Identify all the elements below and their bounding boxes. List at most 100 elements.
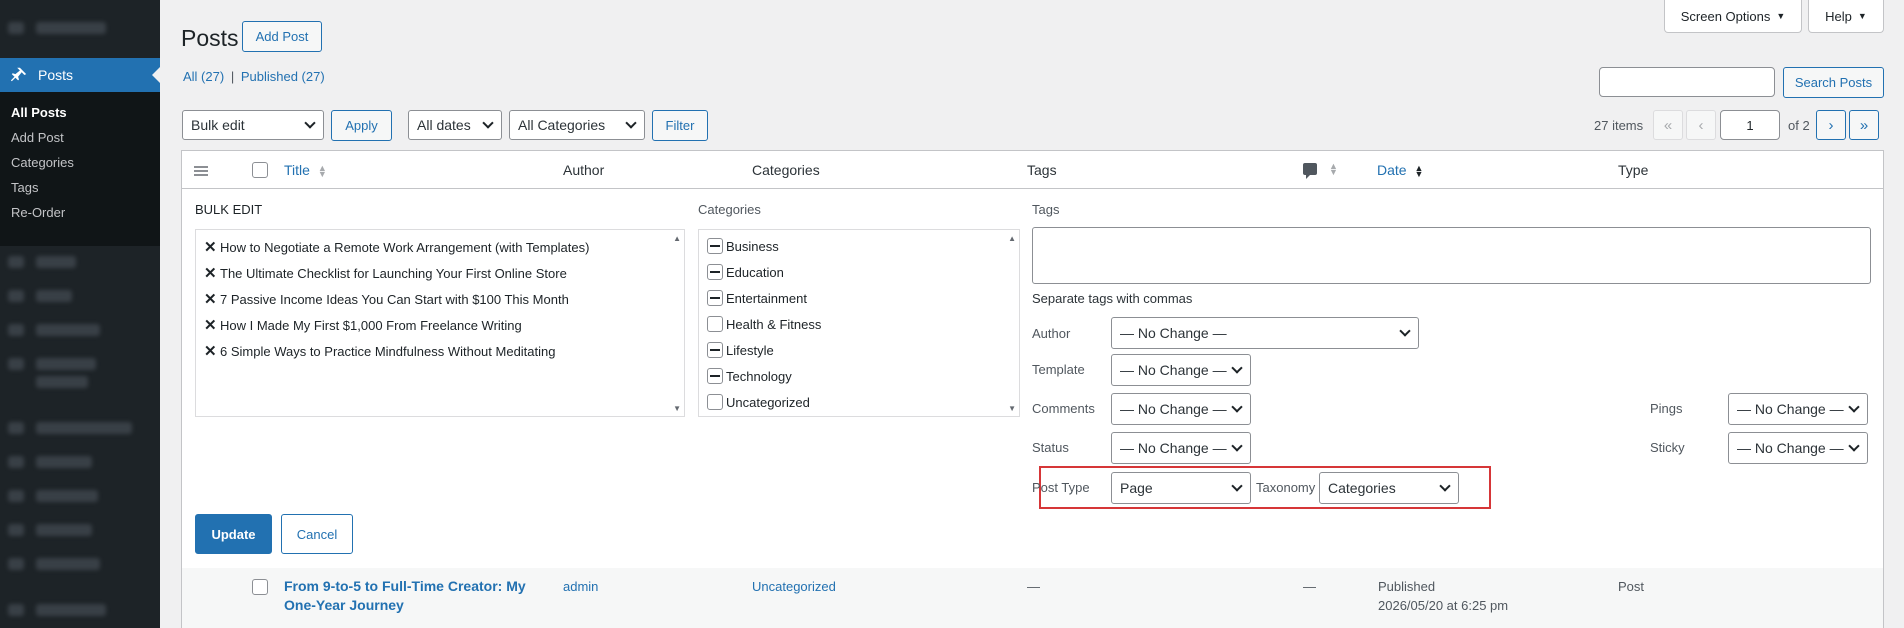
- scroll-down-icon[interactable]: ▼: [673, 404, 681, 413]
- tags-textarea[interactable]: [1032, 227, 1871, 284]
- remove-icon[interactable]: ✕: [204, 238, 217, 256]
- view-published-link[interactable]: Published (27): [241, 69, 325, 84]
- category-checkbox[interactable]: [707, 394, 723, 410]
- filter-button[interactable]: Filter: [652, 110, 708, 141]
- category-item-technology[interactable]: Technology: [707, 368, 792, 384]
- chevron-down-icon: [1848, 440, 1860, 452]
- template-select[interactable]: — No Change —: [1111, 354, 1251, 386]
- list-item-label: The Ultimate Checklist for Launching You…: [220, 265, 567, 281]
- tags-label: Tags: [1032, 202, 1060, 217]
- category-checkbox[interactable]: [707, 342, 723, 358]
- remove-icon[interactable]: ✕: [204, 342, 217, 360]
- first-page-button[interactable]: «: [1653, 110, 1683, 140]
- submenu-reorder[interactable]: Re-Order: [0, 200, 160, 225]
- apply-button[interactable]: Apply: [331, 110, 392, 141]
- category-item-uncategorized[interactable]: Uncategorized: [707, 394, 810, 410]
- menu-icon: [194, 166, 208, 176]
- category-checkbox[interactable]: [707, 368, 723, 384]
- post-type-select[interactable]: Page: [1111, 472, 1251, 504]
- column-type: Type: [1618, 162, 1649, 178]
- select-all-checkbox[interactable]: [252, 162, 268, 178]
- scroll-up-icon[interactable]: ▲: [1008, 234, 1016, 243]
- sidebar-item-marketing[interactable]: [36, 558, 100, 570]
- view-all-link[interactable]: All (27): [183, 69, 224, 84]
- search-input[interactable]: [1599, 67, 1775, 97]
- category-checkbox[interactable]: [707, 290, 723, 306]
- next-page-button[interactable]: ›: [1816, 110, 1846, 140]
- post-author-link[interactable]: admin: [563, 579, 598, 594]
- scroll-up-icon[interactable]: ▲: [673, 234, 681, 243]
- submenu-tags[interactable]: Tags: [0, 175, 160, 200]
- sidebar-item-media[interactable]: [36, 256, 76, 268]
- sidebar-item-woocommerce[interactable]: [36, 422, 132, 434]
- chevron-down-icon: [482, 117, 494, 129]
- help-label: Help: [1825, 8, 1852, 24]
- remove-icon[interactable]: ✕: [204, 290, 217, 308]
- category-checkbox[interactable]: [707, 316, 723, 332]
- post-category-link[interactable]: Uncategorized: [752, 579, 836, 594]
- pings-label: Pings: [1650, 401, 1683, 416]
- template-value: — No Change —: [1120, 362, 1227, 378]
- category-checkbox[interactable]: [707, 264, 723, 280]
- taxonomy-select[interactable]: Categories: [1319, 472, 1459, 504]
- page-title: Posts: [181, 25, 239, 51]
- bulk-action-select[interactable]: Bulk edit: [182, 110, 324, 140]
- taxonomy-label: Taxonomy: [1256, 480, 1316, 495]
- bulk-action-value: Bulk edit: [191, 117, 245, 133]
- chevron-down-icon: [1231, 440, 1243, 452]
- column-date[interactable]: Date ▲ ▼: [1377, 162, 1423, 179]
- sidebar-item-posts[interactable]: Posts: [0, 58, 160, 92]
- category-item-education[interactable]: Education: [707, 264, 784, 280]
- post-title-link[interactable]: From 9-to-5 to Full-Time Creator: My One…: [284, 577, 532, 615]
- add-post-button[interactable]: Add Post: [242, 21, 322, 52]
- items-count: 27 items: [1594, 118, 1644, 133]
- sticky-select[interactable]: — No Change —: [1728, 432, 1868, 464]
- sidebar-item-comments[interactable]: [36, 324, 100, 336]
- submenu-all-posts[interactable]: All Posts: [0, 100, 160, 125]
- status-select[interactable]: — No Change —: [1111, 432, 1251, 464]
- sidebar-item-appearance[interactable]: [36, 604, 106, 616]
- comments-select[interactable]: — No Change —: [1111, 393, 1251, 425]
- author-select[interactable]: — No Change —: [1111, 317, 1419, 349]
- list-item-label: How I Made My First $1,000 From Freelanc…: [220, 317, 522, 333]
- category-label: Business: [726, 238, 779, 254]
- last-page-button[interactable]: »: [1849, 110, 1879, 140]
- sidebar-item-dashboard[interactable]: [36, 22, 106, 34]
- submenu-categories[interactable]: Categories: [0, 150, 160, 175]
- category-item-entertainment[interactable]: Entertainment: [707, 290, 807, 306]
- cancel-button[interactable]: Cancel: [281, 514, 353, 554]
- sidebar-item-plugin[interactable]: [36, 358, 96, 370]
- row-checkbox[interactable]: [252, 579, 268, 595]
- sidebar-item-payments[interactable]: [36, 490, 98, 502]
- pings-select[interactable]: — No Change —: [1728, 393, 1868, 425]
- sidebar-item-pages[interactable]: [36, 290, 72, 302]
- main-content: Posts Add Post Screen Options ▼ Help ▼ A…: [160, 0, 1904, 628]
- table-row: From 9-to-5 to Full-Time Creator: My One…: [182, 568, 1883, 628]
- pings-value: — No Change —: [1737, 401, 1844, 417]
- post-status-views: All (27) | Published (27): [183, 69, 325, 84]
- remove-icon[interactable]: ✕: [204, 316, 217, 334]
- plugin-icon: [8, 358, 24, 370]
- current-page-input[interactable]: 1: [1720, 110, 1780, 140]
- sidebar-item-products[interactable]: [36, 456, 92, 468]
- comment-bubble-icon[interactable]: [1303, 163, 1317, 179]
- category-filter-select[interactable]: All Categories: [509, 110, 645, 140]
- help-button[interactable]: Help ▼: [1808, 0, 1884, 33]
- update-button[interactable]: Update: [195, 514, 272, 554]
- prev-page-button[interactable]: ‹: [1686, 110, 1716, 140]
- scroll-down-icon[interactable]: ▼: [1008, 404, 1016, 413]
- comments-label: Comments: [1032, 401, 1095, 416]
- search-posts-button[interactable]: Search Posts: [1783, 67, 1884, 98]
- post-status: Published: [1378, 579, 1436, 594]
- submenu-add-post[interactable]: Add Post: [0, 125, 160, 150]
- category-item-business[interactable]: Business: [707, 238, 779, 254]
- remove-icon[interactable]: ✕: [204, 264, 217, 282]
- categories-checklist: ▲ Business Education Entertainment Healt…: [698, 229, 1020, 417]
- category-item-health-fitness[interactable]: Health & Fitness: [707, 316, 821, 332]
- date-filter-select[interactable]: All dates: [408, 110, 502, 140]
- screen-options-button[interactable]: Screen Options ▼: [1664, 0, 1802, 33]
- category-checkbox[interactable]: [707, 238, 723, 254]
- sidebar-item-analytics[interactable]: [36, 524, 92, 536]
- column-title[interactable]: Title ▲ ▼: [284, 162, 327, 179]
- category-item-lifestyle[interactable]: Lifestyle: [707, 342, 774, 358]
